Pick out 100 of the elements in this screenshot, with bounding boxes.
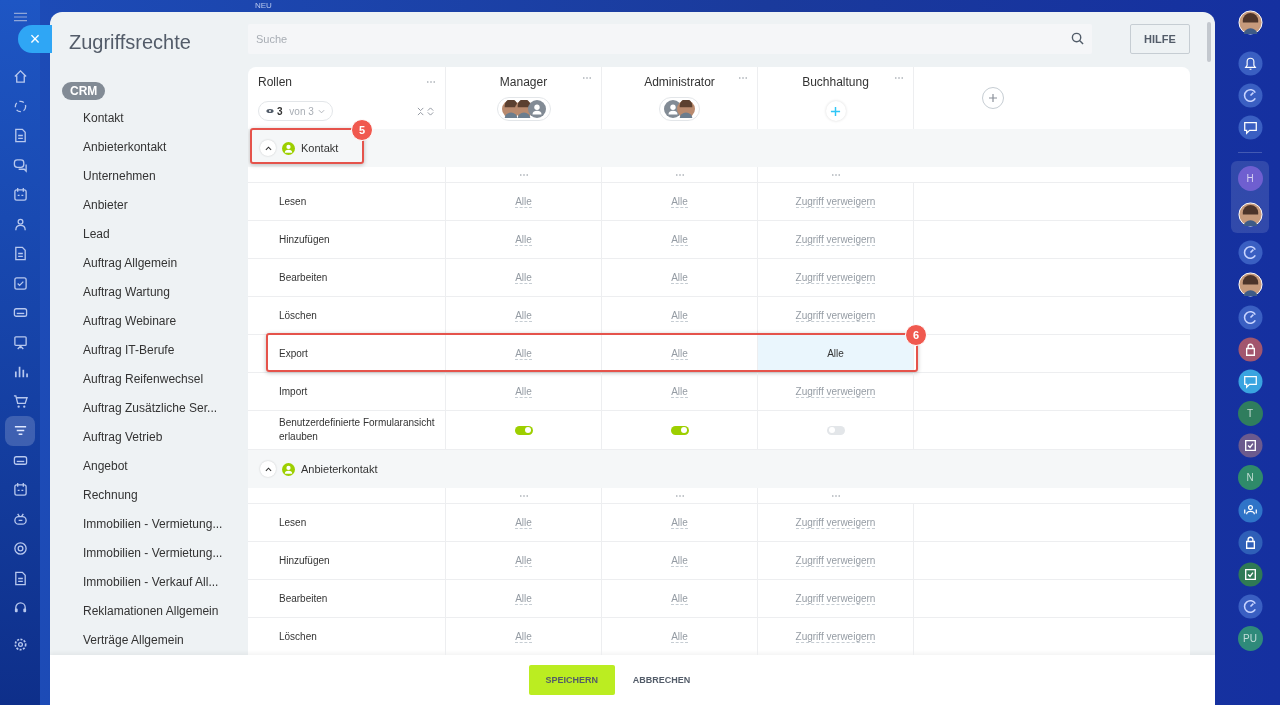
avatar[interactable]: [1237, 9, 1263, 35]
toggle-switch[interactable]: [514, 425, 533, 435]
collapse-toggle[interactable]: [260, 140, 276, 156]
member-avatars[interactable]: [496, 97, 551, 121]
presentation-icon[interactable]: [12, 334, 28, 350]
settings-icon[interactable]: [12, 636, 28, 652]
save-button[interactable]: SPEICHERN: [528, 665, 615, 695]
toggle-switch[interactable]: [670, 425, 689, 435]
access-value[interactable]: Alle: [671, 516, 688, 529]
access-value[interactable]: Alle: [515, 309, 532, 322]
calendar-icon[interactable]: [12, 482, 28, 498]
permission-label: Lesen: [279, 194, 307, 209]
access-value[interactable]: Alle: [671, 592, 688, 605]
sync-icon[interactable]: [1237, 82, 1263, 108]
access-value[interactable]: Alle: [515, 233, 532, 246]
access-value[interactable]: Alle: [671, 233, 688, 246]
access-value[interactable]: Alle: [671, 309, 688, 322]
nav-item[interactable]: Immobilien - Vermietung...: [62, 510, 248, 539]
checkbox-icon[interactable]: [12, 275, 28, 291]
nav-item[interactable]: Verträge Allgemein: [62, 626, 248, 655]
member-avatars[interactable]: [659, 97, 700, 121]
nav-item[interactable]: Rechnung: [62, 481, 248, 510]
lock-icon[interactable]: [1237, 336, 1263, 362]
nav-item[interactable]: Auftrag IT-Berufe: [62, 336, 248, 365]
nav-item[interactable]: Auftrag Webinare: [62, 307, 248, 336]
collapse-toggle[interactable]: [260, 461, 276, 477]
chat-icon[interactable]: [12, 157, 28, 173]
access-value[interactable]: Alle: [515, 195, 532, 208]
nav-item[interactable]: Auftrag Reifenwechsel: [62, 365, 248, 394]
access-value[interactable]: Alle: [671, 385, 688, 398]
nav-item[interactable]: Kontakt: [62, 104, 248, 133]
chat-avatar[interactable]: T: [1237, 401, 1263, 427]
roles-filter[interactable]: 3 von 3: [258, 101, 333, 121]
access-value[interactable]: Alle: [827, 348, 844, 359]
access-value[interactable]: Zugriff verweigern: [795, 630, 876, 643]
document-icon[interactable]: [12, 246, 28, 262]
nav-item[interactable]: Immobilien - Vermietung...: [62, 539, 248, 568]
sync-icon[interactable]: [1237, 304, 1263, 330]
home-icon[interactable]: [12, 69, 28, 85]
nav-item[interactable]: Auftrag Wartung: [62, 278, 248, 307]
target-icon[interactable]: [12, 541, 28, 557]
nav-item[interactable]: Auftrag Allgemein: [62, 249, 248, 278]
access-value[interactable]: Alle: [671, 195, 688, 208]
help-button[interactable]: HILFE: [1130, 24, 1190, 54]
circle-icon[interactable]: [12, 98, 28, 114]
search-field[interactable]: Suche: [248, 24, 1092, 54]
scroll-bar[interactable]: [1207, 22, 1211, 62]
sync-icon[interactable]: [1237, 594, 1263, 620]
bar-chart-icon[interactable]: [12, 364, 28, 380]
access-value[interactable]: Alle: [515, 554, 532, 567]
document-icon[interactable]: [12, 570, 28, 586]
cart-icon[interactable]: [12, 393, 28, 409]
menu-icon[interactable]: [13, 12, 27, 22]
access-value[interactable]: Zugriff verweigern: [795, 592, 876, 605]
close-button[interactable]: ×: [18, 25, 52, 53]
nav-item[interactable]: Angebot: [62, 452, 248, 481]
access-value[interactable]: Alle: [515, 385, 532, 398]
eye-icon: [266, 108, 274, 114]
access-value[interactable]: Alle: [671, 271, 688, 284]
nav-item[interactable]: Auftrag Vetrieb: [62, 423, 248, 452]
document-icon[interactable]: [12, 128, 28, 144]
access-value[interactable]: Alle: [515, 630, 532, 643]
chat-avatar[interactable]: H: [1237, 166, 1263, 192]
access-value[interactable]: Zugriff verweigern: [795, 233, 876, 246]
chat-avatar[interactable]: PU: [1237, 626, 1263, 652]
checkbox-icon[interactable]: [1237, 433, 1263, 459]
avatar[interactable]: [1237, 272, 1263, 298]
access-value[interactable]: Alle: [515, 592, 532, 605]
access-value[interactable]: Alle: [671, 347, 688, 360]
nav-item[interactable]: Unternehmen: [62, 162, 248, 191]
access-value[interactable]: Alle: [671, 630, 688, 643]
access-value[interactable]: Alle: [515, 271, 532, 284]
nav-item[interactable]: Auftrag Zusätzliche Ser...: [62, 394, 248, 423]
access-value[interactable]: Zugriff verweigern: [795, 385, 876, 398]
access-value[interactable]: Zugriff verweigern: [795, 195, 876, 208]
access-value[interactable]: Alle: [515, 347, 532, 360]
access-value[interactable]: Alle: [671, 554, 688, 567]
robot-icon[interactable]: [12, 511, 28, 527]
avatar[interactable]: [1237, 202, 1263, 228]
access-value[interactable]: Alle: [515, 516, 532, 529]
access-value[interactable]: Zugriff verweigern: [795, 309, 876, 322]
nav-item[interactable]: Anbieterkontakt: [62, 133, 248, 162]
chat-avatar[interactable]: N: [1237, 465, 1263, 491]
access-value[interactable]: Zugriff verweigern: [795, 554, 876, 567]
lock-icon[interactable]: [1237, 529, 1263, 555]
access-value[interactable]: Zugriff verweigern: [795, 516, 876, 529]
chat-icon[interactable]: [1237, 114, 1263, 140]
search-icon[interactable]: [1071, 32, 1084, 45]
chat-icon[interactable]: [1237, 368, 1263, 394]
cancel-button[interactable]: ABBRECHEN: [626, 665, 697, 695]
nav-item[interactable]: Immobilien - Verkauf All...: [62, 568, 248, 597]
calendar-icon[interactable]: [12, 187, 28, 203]
checkbox-icon[interactable]: [1237, 562, 1263, 588]
toggle-switch[interactable]: [826, 425, 845, 435]
nav-item[interactable]: Anbieter: [62, 191, 248, 220]
sync-icon[interactable]: [1237, 240, 1263, 266]
bell-icon[interactable]: [1237, 50, 1263, 76]
nav-item[interactable]: Reklamationen Allgemein: [62, 597, 248, 626]
nav-item[interactable]: Lead: [62, 220, 248, 249]
access-value[interactable]: Zugriff verweigern: [795, 271, 876, 284]
